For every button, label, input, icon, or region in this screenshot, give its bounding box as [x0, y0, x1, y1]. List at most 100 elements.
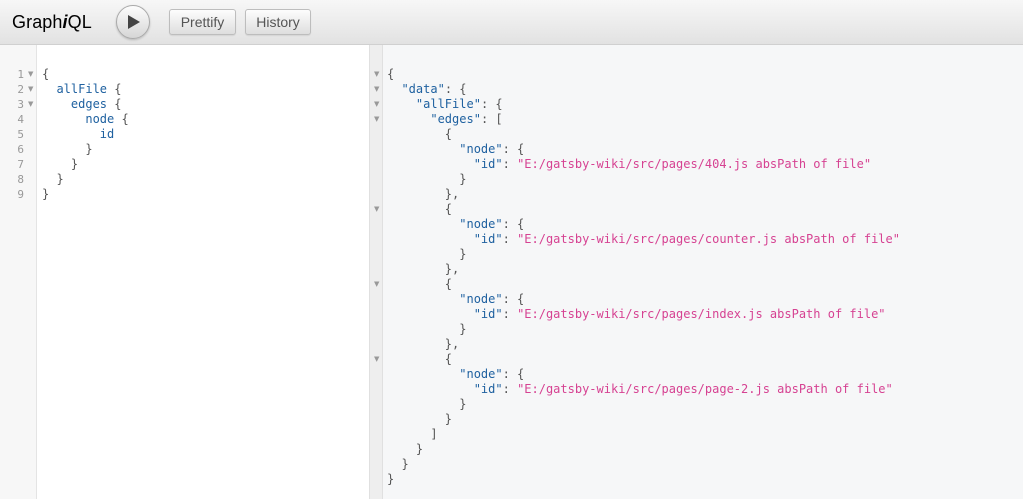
code-token-punc: {: [114, 112, 129, 126]
code-token-punc: }: [387, 172, 467, 186]
code-token-punc: }: [387, 472, 395, 486]
code-line: }: [42, 172, 64, 187]
code-token-punc: : {: [502, 142, 525, 156]
code-token-punc: [42, 112, 85, 126]
code-token-key: "id": [473, 307, 503, 321]
code-line: }: [387, 172, 466, 187]
code-line: },: [387, 337, 459, 352]
fold-chevron-icon[interactable]: ▼: [374, 112, 379, 127]
code-token-punc: :: [502, 307, 518, 321]
code-token-key: "edges": [430, 112, 481, 126]
code-token-punc: :: [502, 157, 518, 171]
code-token-punc: :: [502, 382, 518, 396]
fold-chevron-icon[interactable]: ▼: [374, 202, 379, 217]
code-token-punc: {: [387, 67, 395, 81]
fold-chevron-icon[interactable]: ▼: [28, 67, 33, 82]
code-token-punc: }: [42, 172, 64, 186]
code-token-punc: [387, 112, 430, 126]
history-button[interactable]: History: [245, 9, 311, 35]
code-token-punc: }: [387, 322, 467, 336]
code-line: }: [387, 412, 452, 427]
code-token-str: "E:/gatsby-wiki/src/pages/page-2.js absP…: [517, 382, 893, 396]
code-line: }: [387, 397, 466, 412]
code-token-field: id: [99, 127, 115, 141]
code-line: {: [387, 202, 452, 217]
code-token-field: allFile: [56, 82, 108, 96]
code-token-punc: }: [387, 412, 453, 426]
play-icon: [128, 15, 140, 29]
code-line: }: [42, 157, 78, 172]
code-token-str: "E:/gatsby-wiki/src/pages/counter.js abs…: [517, 232, 900, 246]
code-line: }: [387, 322, 466, 337]
code-line: "id": "E:/gatsby-wiki/src/pages/404.js a…: [387, 157, 871, 172]
prettify-button[interactable]: Prettify: [169, 9, 236, 35]
code-line: {: [387, 67, 394, 82]
code-token-punc: }: [387, 442, 424, 456]
code-token-punc: : {: [444, 82, 467, 96]
code-token-punc: },: [387, 337, 460, 351]
fold-chevron-icon[interactable]: ▼: [374, 82, 379, 97]
code-token-str: "E:/gatsby-wiki/src/pages/index.js absPa…: [517, 307, 886, 321]
code-token-punc: }: [42, 157, 79, 171]
line-number: 9: [17, 188, 24, 201]
fold-chevron-icon[interactable]: ▼: [28, 82, 33, 97]
line-number: 1: [17, 68, 24, 81]
fold-chevron-icon[interactable]: ▼: [374, 352, 379, 367]
code-line: {: [387, 352, 452, 367]
code-line: "id": "E:/gatsby-wiki/src/pages/page-2.j…: [387, 382, 893, 397]
code-token-punc: {: [387, 127, 453, 141]
fold-chevron-icon[interactable]: ▼: [374, 67, 379, 82]
line-number: 3: [17, 98, 24, 111]
code-line: "node": {: [387, 142, 524, 157]
code-token-punc: [387, 82, 401, 96]
code-token-key: "node": [459, 367, 503, 381]
code-token-key: "node": [459, 217, 503, 231]
code-token-punc: [42, 82, 56, 96]
code-token-punc: }: [42, 142, 93, 156]
line-number: 8: [17, 173, 24, 186]
code-token-punc: :: [502, 232, 518, 246]
code-token-punc: [42, 127, 100, 141]
code-token-key: "id": [473, 232, 503, 246]
code-token-punc: {: [107, 97, 122, 111]
code-line: "node": {: [387, 217, 524, 232]
code-token-field: edges: [70, 97, 108, 111]
logo-suffix: QL: [67, 12, 92, 32]
code-line: }: [387, 457, 408, 472]
code-token-key: "allFile": [415, 97, 481, 111]
result-viewer: ▼{▼ "data": {▼ "allFile": {▼ "edges": [ …: [374, 45, 1023, 499]
code-line: node {: [42, 112, 129, 127]
code-token-punc: {: [387, 277, 453, 291]
code-line: },: [387, 262, 459, 277]
run-button[interactable]: [116, 5, 150, 39]
line-number: 6: [17, 143, 24, 156]
line-number: 4: [17, 113, 24, 126]
code-line: },: [387, 187, 459, 202]
code-line: }: [387, 442, 423, 457]
code-token-punc: [387, 232, 474, 246]
graphiql-logo: GraphiQL: [12, 12, 92, 33]
code-line: "id": "E:/gatsby-wiki/src/pages/counter.…: [387, 232, 900, 247]
code-token-punc: [387, 367, 459, 381]
line-number: 5: [17, 128, 24, 141]
line-number: 2: [17, 83, 24, 96]
query-editor[interactable]: 1 ▼ {2 ▼ allFile { 3 ▼ edges {4 node { 5 id 6 }…: [0, 45, 370, 499]
code-line: "allFile": {: [387, 97, 503, 112]
code-token-punc: }: [387, 397, 467, 411]
code-line: id: [42, 127, 114, 142]
code-line: }: [42, 187, 49, 202]
code-line: "data": {: [387, 82, 467, 97]
code-token-punc: [387, 97, 416, 111]
code-line: "node": {: [387, 367, 524, 382]
code-line: {: [387, 277, 452, 292]
code-line: }: [42, 142, 93, 157]
fold-chevron-icon[interactable]: ▼: [374, 277, 379, 292]
fold-chevron-icon[interactable]: ▼: [374, 97, 379, 112]
code-token-key: "node": [459, 292, 503, 306]
code-line: allFile {: [42, 82, 121, 97]
code-token-punc: {: [387, 352, 453, 366]
code-token-str: "E:/gatsby-wiki/src/pages/404.js absPath…: [517, 157, 872, 171]
code-line: }: [387, 472, 394, 487]
fold-chevron-icon[interactable]: ▼: [28, 97, 33, 112]
toolbar: GraphiQL Prettify History: [0, 0, 1023, 45]
